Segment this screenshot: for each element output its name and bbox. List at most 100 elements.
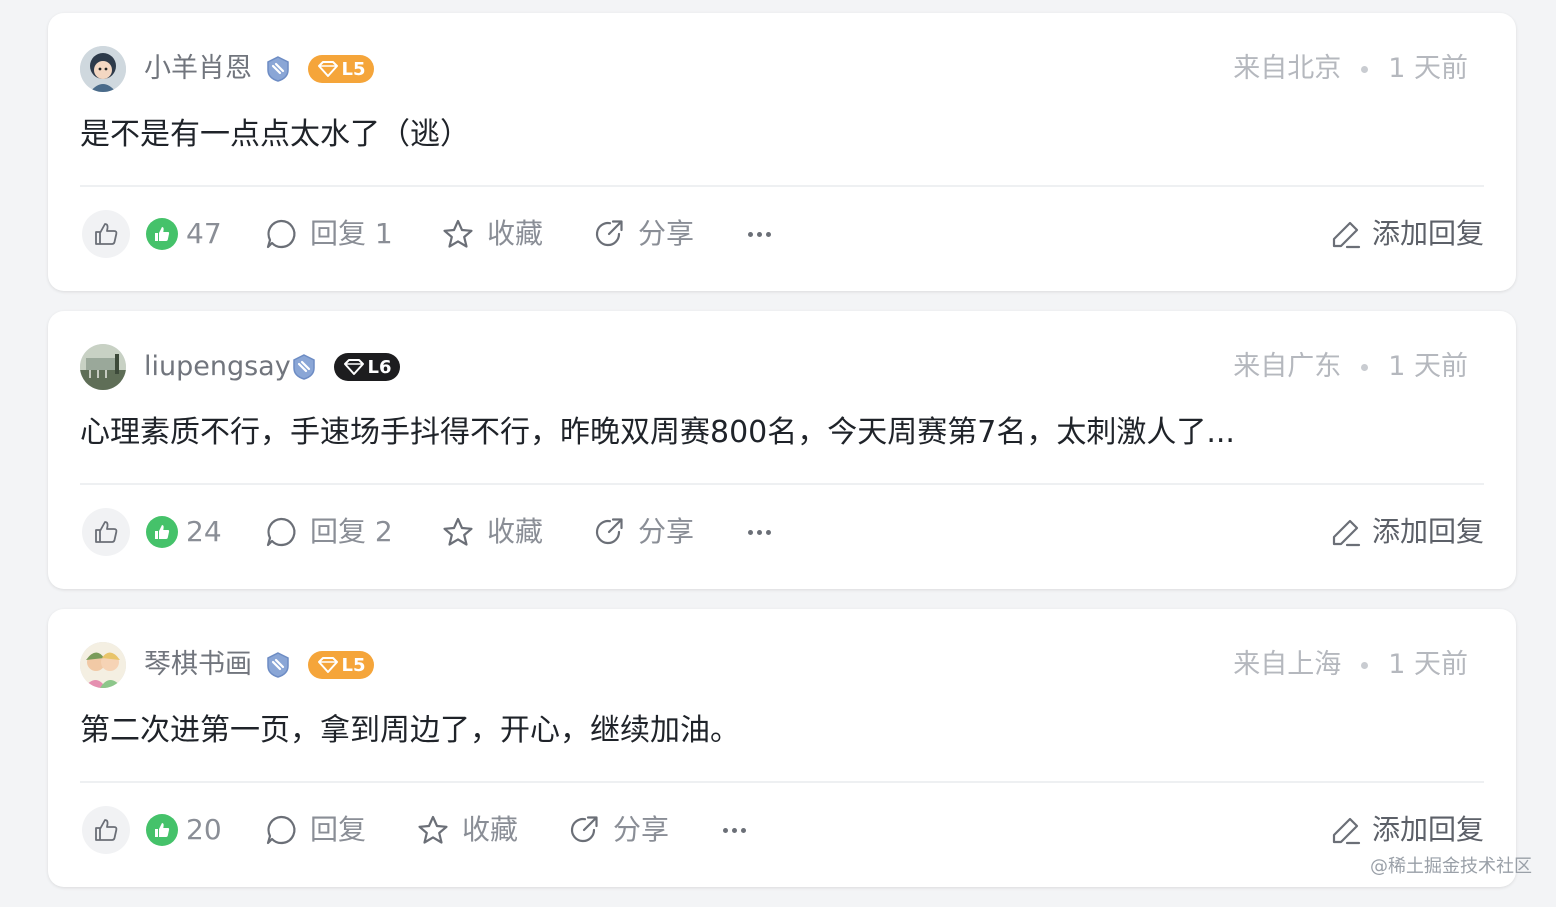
comment-actions: 24 回复 2 收藏 分享 — [80, 508, 1484, 558]
comment-actions: 20 回复 收藏 分享 — [80, 806, 1484, 856]
level-badge: L5 — [308, 651, 374, 679]
comment-header: 琴棋书画 L5 来自上海 1 天前 — [80, 642, 1484, 688]
add-reply-button[interactable]: 添加回复 — [1330, 514, 1484, 550]
collect-label: 收藏 — [487, 216, 543, 252]
reply-label: 回复 1 — [310, 216, 393, 252]
more-button[interactable] — [748, 514, 771, 550]
avatar[interactable] — [80, 46, 126, 92]
share-label: 分享 — [638, 216, 694, 252]
share-button[interactable]: 分享 — [567, 812, 669, 848]
collect-label: 收藏 — [487, 514, 543, 550]
level-badge: L6 — [334, 353, 400, 381]
level-text: L5 — [342, 655, 366, 676]
more-button[interactable] — [723, 812, 746, 848]
reply-label: 回复 — [310, 812, 366, 848]
thumbs-up-icon — [92, 518, 120, 546]
divider — [80, 483, 1484, 485]
liked-icon — [146, 218, 178, 250]
star-icon — [416, 813, 450, 847]
reply-button[interactable]: 回复 1 — [264, 216, 393, 252]
comment-header: 小羊肖恩 L5 来自北京 1 天前 — [80, 46, 1484, 92]
more-dot — [741, 828, 746, 833]
diamond-icon — [343, 358, 365, 376]
collect-label: 收藏 — [462, 812, 518, 848]
comment-meta: 来自上海 1 天前 — [1233, 648, 1468, 682]
username[interactable]: liupengsay — [144, 350, 291, 384]
comment-bubble-icon — [264, 813, 298, 847]
location: 来自北京 — [1233, 52, 1341, 86]
add-reply-label: 添加回复 — [1372, 812, 1484, 848]
username[interactable]: 琴棋书画 — [144, 648, 252, 682]
verified-badge-icon — [264, 651, 292, 679]
divider — [80, 185, 1484, 187]
comment-bubble-icon — [264, 515, 298, 549]
divider — [80, 781, 1484, 783]
avatar[interactable] — [80, 642, 126, 688]
level-badge: L5 — [308, 55, 374, 83]
star-icon — [441, 515, 475, 549]
comment-feed: 小羊肖恩 L5 来自北京 1 天前 是不是有 — [48, 13, 1516, 907]
like-button[interactable] — [82, 508, 130, 556]
like-count: 20 — [146, 812, 222, 848]
more-dot — [757, 530, 762, 535]
share-label: 分享 — [613, 812, 669, 848]
like-count: 47 — [146, 216, 222, 252]
verified-badge-icon — [290, 353, 318, 381]
user-badges: L5 — [264, 55, 374, 83]
share-icon — [592, 515, 626, 549]
share-button[interactable]: 分享 — [592, 514, 694, 550]
more-dot — [748, 232, 753, 237]
like-button[interactable] — [82, 806, 130, 854]
reply-button[interactable]: 回复 2 — [264, 514, 393, 550]
timestamp: 1 天前 — [1388, 52, 1468, 86]
comment-content: 心理素质不行，手速场手抖得不行，昨晚双周赛800名，今天周赛第7名，太刺激人了.… — [80, 411, 1476, 455]
collect-button[interactable]: 收藏 — [441, 216, 543, 252]
share-button[interactable]: 分享 — [592, 216, 694, 252]
diamond-icon — [317, 60, 339, 78]
user-badges: L5 — [264, 651, 374, 679]
pencil-icon — [1330, 218, 1362, 250]
share-label: 分享 — [638, 514, 694, 550]
reply-button[interactable]: 回复 — [264, 812, 366, 848]
comment-meta: 来自北京 1 天前 — [1233, 52, 1468, 86]
thumbs-up-icon — [92, 816, 120, 844]
separator-dot — [1361, 364, 1368, 371]
diamond-icon — [317, 656, 339, 674]
comment-card: 琴棋书画 L5 来自上海 1 天前 第二次进 — [48, 609, 1516, 887]
location: 来自上海 — [1233, 648, 1341, 682]
username[interactable]: 小羊肖恩 — [144, 52, 252, 86]
avatar[interactable] — [80, 344, 126, 390]
more-dot — [748, 530, 753, 535]
location: 来自广东 — [1233, 350, 1341, 384]
like-count-text: 20 — [186, 812, 222, 848]
level-text: L5 — [342, 59, 366, 80]
comment-card: liupengsay L6 来自广东 1 天前 — [48, 311, 1516, 589]
comment-header: liupengsay L6 来自广东 1 天前 — [80, 344, 1484, 390]
separator-dot — [1361, 66, 1368, 73]
comment-content: 是不是有一点点太水了（逃） — [80, 113, 1476, 157]
verified-badge-icon — [264, 55, 292, 83]
add-reply-label: 添加回复 — [1372, 514, 1484, 550]
timestamp: 1 天前 — [1388, 648, 1468, 682]
level-text: L6 — [368, 357, 392, 378]
star-icon — [441, 217, 475, 251]
like-button[interactable] — [82, 210, 130, 258]
more-dot — [766, 232, 771, 237]
liked-icon — [146, 814, 178, 846]
comment-content: 第二次进第一页，拿到周边了，开心，继续加油。 — [80, 709, 1476, 753]
more-button[interactable] — [748, 216, 771, 252]
like-count-text: 24 — [186, 514, 222, 550]
pencil-icon — [1330, 516, 1362, 548]
add-reply-label: 添加回复 — [1372, 216, 1484, 252]
collect-button[interactable]: 收藏 — [441, 514, 543, 550]
comment-actions: 47 回复 1 收藏 分享 — [80, 210, 1484, 260]
like-count-text: 47 — [186, 216, 222, 252]
add-reply-button[interactable]: 添加回复 — [1330, 812, 1484, 848]
comment-card: 小羊肖恩 L5 来自北京 1 天前 是不是有 — [48, 13, 1516, 291]
add-reply-button[interactable]: 添加回复 — [1330, 216, 1484, 252]
like-count: 24 — [146, 514, 222, 550]
pencil-icon — [1330, 814, 1362, 846]
share-icon — [592, 217, 626, 251]
collect-button[interactable]: 收藏 — [416, 812, 518, 848]
thumbs-up-icon — [92, 220, 120, 248]
